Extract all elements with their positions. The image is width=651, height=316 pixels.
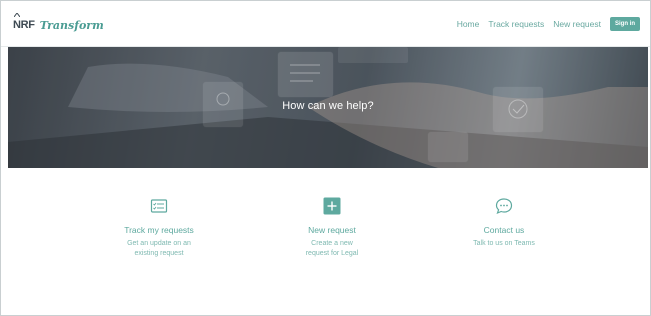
- card-desc-line: Get an update on an: [127, 240, 191, 247]
- nav-home-link[interactable]: Home: [457, 19, 480, 29]
- logo-mark: NRF: [13, 13, 35, 31]
- chat-bubble-icon: [495, 198, 513, 215]
- app-window: NRF Transform Home Track requests New re…: [0, 0, 651, 316]
- top-header: NRF Transform Home Track requests New re…: [1, 1, 650, 47]
- card-title: Track my requests: [124, 225, 194, 235]
- card-description: Create a new request for Legal: [267, 239, 397, 259]
- nav-track-requests-link[interactable]: Track requests: [488, 19, 544, 29]
- card-desc-line: Create a new: [311, 240, 353, 247]
- card-description: Get an update on an existing request: [94, 239, 224, 259]
- card-description: Talk to us on Teams: [439, 239, 569, 249]
- new-request-card[interactable]: New request Create a new request for Leg…: [267, 197, 397, 259]
- checklist-icon: [150, 199, 168, 213]
- hero-banner: How can we help?: [8, 47, 648, 168]
- card-desc-line: Talk to us on Teams: [473, 240, 535, 247]
- contact-us-card[interactable]: Contact us Talk to us on Teams: [439, 197, 569, 249]
- hero-title: How can we help?: [282, 100, 374, 112]
- logo-hat-icon: [14, 13, 20, 17]
- card-title: Contact us: [483, 225, 525, 235]
- logo-name: Transform: [39, 18, 104, 32]
- card-desc-line: existing request: [134, 250, 184, 257]
- card-title: New request: [308, 225, 356, 235]
- track-requests-card[interactable]: Track my requests Get an update on an ex…: [94, 197, 224, 259]
- main-nav: Home Track requests New request Sign in: [448, 17, 640, 31]
- brand-logo[interactable]: NRF Transform: [13, 13, 104, 35]
- sign-in-button[interactable]: Sign in: [610, 17, 640, 31]
- plus-icon: [323, 197, 341, 215]
- nav-new-request-link[interactable]: New request: [553, 19, 601, 29]
- card-desc-line: request for Legal: [305, 250, 359, 257]
